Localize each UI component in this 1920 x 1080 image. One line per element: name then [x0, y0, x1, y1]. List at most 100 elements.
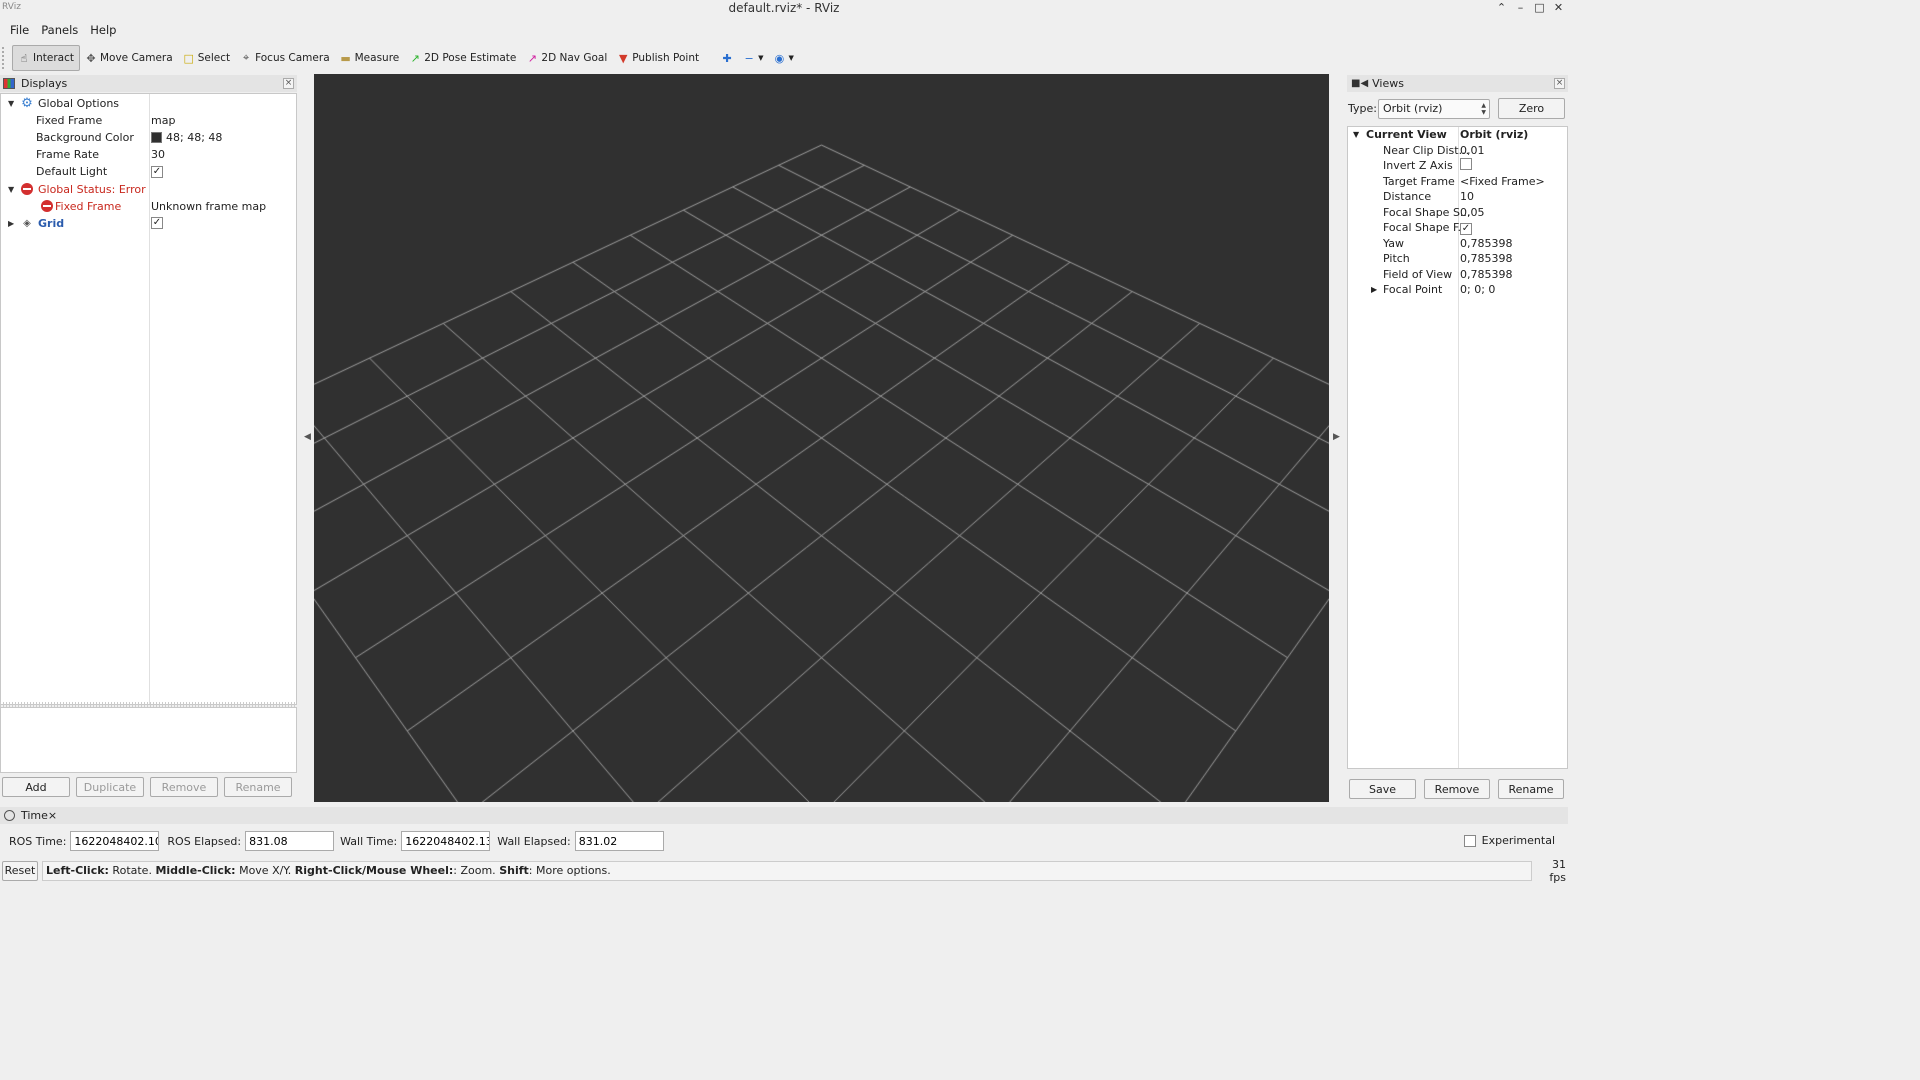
display-value[interactable]: 30	[151, 148, 165, 161]
display-value[interactable]: 48; 48; 48	[166, 131, 222, 144]
wall-elapsed-field[interactable]	[574, 831, 664, 851]
collapse-arrow-icon[interactable]: ▼	[8, 99, 14, 108]
ros-time-field[interactable]	[70, 831, 160, 851]
tool-label: 2D Pose Estimate	[424, 52, 517, 64]
view-prop-value[interactable]: <Fixed Frame>	[1460, 175, 1545, 188]
tool-2d-pose-estimate[interactable]: ↗ 2D Pose Estimate	[404, 45, 521, 71]
tool-measure[interactable]: ▬ Measure	[335, 45, 405, 71]
add-display-button[interactable]: Add	[2, 777, 70, 797]
view-prop-value[interactable]: 0,785398	[1460, 268, 1513, 281]
view-prop-checkbox[interactable]	[1460, 158, 1472, 171]
close-icon[interactable]: ✕	[1553, 1, 1564, 14]
view-prop-pitch[interactable]: Pitch 0,785398	[1348, 251, 1567, 267]
view-prop-value[interactable]: 10	[1460, 190, 1474, 203]
display-row-global-status-error[interactable]: ▼ Global Status: Error	[1, 181, 296, 198]
remove-view-button[interactable]: Remove	[1424, 779, 1490, 799]
rename-display-button[interactable]: Rename	[224, 777, 292, 797]
view-prop-target-frame[interactable]: Target Frame <Fixed Frame>	[1348, 174, 1567, 190]
display-value[interactable]: Unknown frame map	[151, 200, 266, 213]
render-viewport[interactable]	[314, 74, 1329, 802]
views-close-button[interactable]: ×	[1554, 78, 1565, 89]
enabled-checkbox[interactable]: ✓	[151, 217, 163, 230]
hint-key: Right-Click/Mouse Wheel:	[294, 864, 454, 877]
toolbar-grip[interactable]	[2, 47, 6, 69]
display-row-global-options[interactable]: ▼ ⚙ Global Options	[1, 95, 296, 112]
add-tool-button[interactable]: ✚	[716, 45, 738, 71]
maximize-icon[interactable]: □	[1534, 1, 1545, 14]
minimize-icon[interactable]: –	[1515, 1, 1526, 14]
tool-2d-nav-goal[interactable]: ↗ 2D Nav Goal	[521, 45, 612, 71]
view-prop-focal-shape-s-[interactable]: Focal Shape S... 0,05	[1348, 205, 1567, 221]
view-prop-value[interactable]	[1460, 158, 1472, 173]
collapse-icon[interactable]: ⌃	[1496, 1, 1507, 14]
tool-select[interactable]: □ Select	[178, 45, 235, 71]
ros-elapsed-field[interactable]	[245, 831, 335, 851]
expand-arrow-icon[interactable]: ▶	[8, 219, 14, 228]
view-prop-field-of-view[interactable]: Field of View 0,785398	[1348, 267, 1567, 283]
map-pin-icon: ▼	[619, 51, 628, 65]
remove-display-button[interactable]: Remove	[150, 777, 218, 797]
view-prop-value[interactable]: 0; 0; 0	[1460, 283, 1495, 296]
view-prop-value[interactable]: 0,01	[1460, 144, 1485, 157]
display-value[interactable]: map	[151, 114, 175, 127]
view-prop-focal-shape-f-[interactable]: Focal Shape F... ✓	[1348, 220, 1567, 236]
display-row-frame-rate[interactable]: Frame Rate 30	[1, 146, 296, 163]
color-swatch[interactable]	[151, 132, 162, 144]
tool-move-camera[interactable]: ✥ Move Camera	[80, 45, 178, 71]
rename-view-button[interactable]: Rename	[1498, 779, 1564, 799]
zero-button[interactable]: Zero	[1498, 98, 1565, 119]
camera-type-button[interactable]: ◉ ▼	[768, 45, 798, 71]
hint-key: Shift	[499, 864, 529, 877]
view-prop-value[interactable]: 0,05	[1460, 206, 1485, 219]
display-row-grid[interactable]: ▶ ◈ Grid ✓	[1, 215, 296, 232]
menu-file[interactable]: File	[4, 21, 35, 41]
collapse-arrow-icon[interactable]: ▼	[8, 185, 14, 194]
dropdown-arrow-icon[interactable]: ▼	[788, 54, 793, 62]
view-prop-focal-point[interactable]: ▶ Focal Point 0; 0; 0	[1348, 282, 1567, 298]
current-view-row[interactable]: ▼ Current View Orbit (rviz)	[1348, 127, 1567, 143]
tool-label: Measure	[354, 52, 400, 64]
enabled-checkbox[interactable]: ✓	[151, 165, 163, 178]
experimental-checkbox[interactable]	[1463, 834, 1476, 847]
duplicate-display-button[interactable]: Duplicate	[76, 777, 144, 797]
reset-button[interactable]: Reset	[2, 860, 38, 881]
time-close-button[interactable]: ×	[48, 809, 57, 822]
tool-interact[interactable]: ☝ Interact	[12, 45, 80, 71]
status-hint: Left-Click: Rotate. Middle-Click: Move X…	[42, 860, 1532, 881]
tool-publish-point[interactable]: ▼ Publish Point	[612, 45, 704, 71]
view-prop-distance[interactable]: Distance 10	[1348, 189, 1567, 205]
views-tree[interactable]: ▼ Current View Orbit (rviz) Near Clip Di…	[1347, 126, 1568, 769]
remove-tool-button[interactable]: − ▼	[738, 45, 768, 71]
menu-help[interactable]: Help	[84, 21, 122, 41]
view-prop-yaw[interactable]: Yaw 0,785398	[1348, 236, 1567, 252]
collapse-left-panel-icon[interactable]: ◀	[304, 432, 311, 442]
menu-panels[interactable]: Panels	[35, 21, 84, 41]
displays-tree[interactable]: ▼ ⚙ Global Options Fixed Frame map Background…	[0, 93, 297, 705]
view-prop-invert-z-axis[interactable]: Invert Z Axis	[1348, 158, 1567, 174]
display-row-default-light[interactable]: Default Light ✓	[1, 163, 296, 180]
cursor-icon: ☝	[20, 51, 28, 65]
view-type-select[interactable]: Orbit (rviz) ▲ ▼	[1378, 99, 1490, 119]
collapse-right-panel-icon[interactable]: ▶	[1333, 432, 1340, 442]
view-prop-value[interactable]: 0,785398	[1460, 252, 1513, 265]
view-prop-near-clip-dist-[interactable]: Near Clip Dist... 0,01	[1348, 143, 1567, 159]
error-icon	[21, 183, 33, 195]
view-prop-label: Field of View	[1383, 267, 1453, 281]
save-view-button[interactable]: Save	[1349, 779, 1416, 799]
grid-display[interactable]	[314, 74, 1329, 802]
display-row-fixed-frame[interactable]: Fixed Frame map	[1, 112, 296, 129]
view-prop-value[interactable]: 0,785398	[1460, 237, 1513, 250]
ros-time-label: ROS Time:	[9, 834, 67, 848]
dropdown-arrow-icon[interactable]: ▼	[758, 54, 763, 62]
views-title: Views	[1372, 77, 1404, 90]
expand-arrow-icon[interactable]: ▼	[1353, 130, 1359, 139]
wall-time-field[interactable]	[401, 831, 491, 851]
tool-focus-camera[interactable]: ⌖ Focus Camera	[235, 45, 335, 71]
display-row-fixed-frame[interactable]: Fixed Frame Unknown frame map	[1, 198, 296, 215]
display-row-background-color[interactable]: Background Color 48; 48; 48	[1, 129, 296, 146]
displays-close-button[interactable]: ×	[283, 78, 294, 89]
displays-header: Displays ×	[0, 75, 297, 92]
view-prop-checkbox[interactable]: ✓	[1460, 222, 1472, 235]
expand-arrow-icon[interactable]: ▶	[1371, 285, 1377, 294]
view-prop-value[interactable]: ✓	[1460, 221, 1472, 235]
